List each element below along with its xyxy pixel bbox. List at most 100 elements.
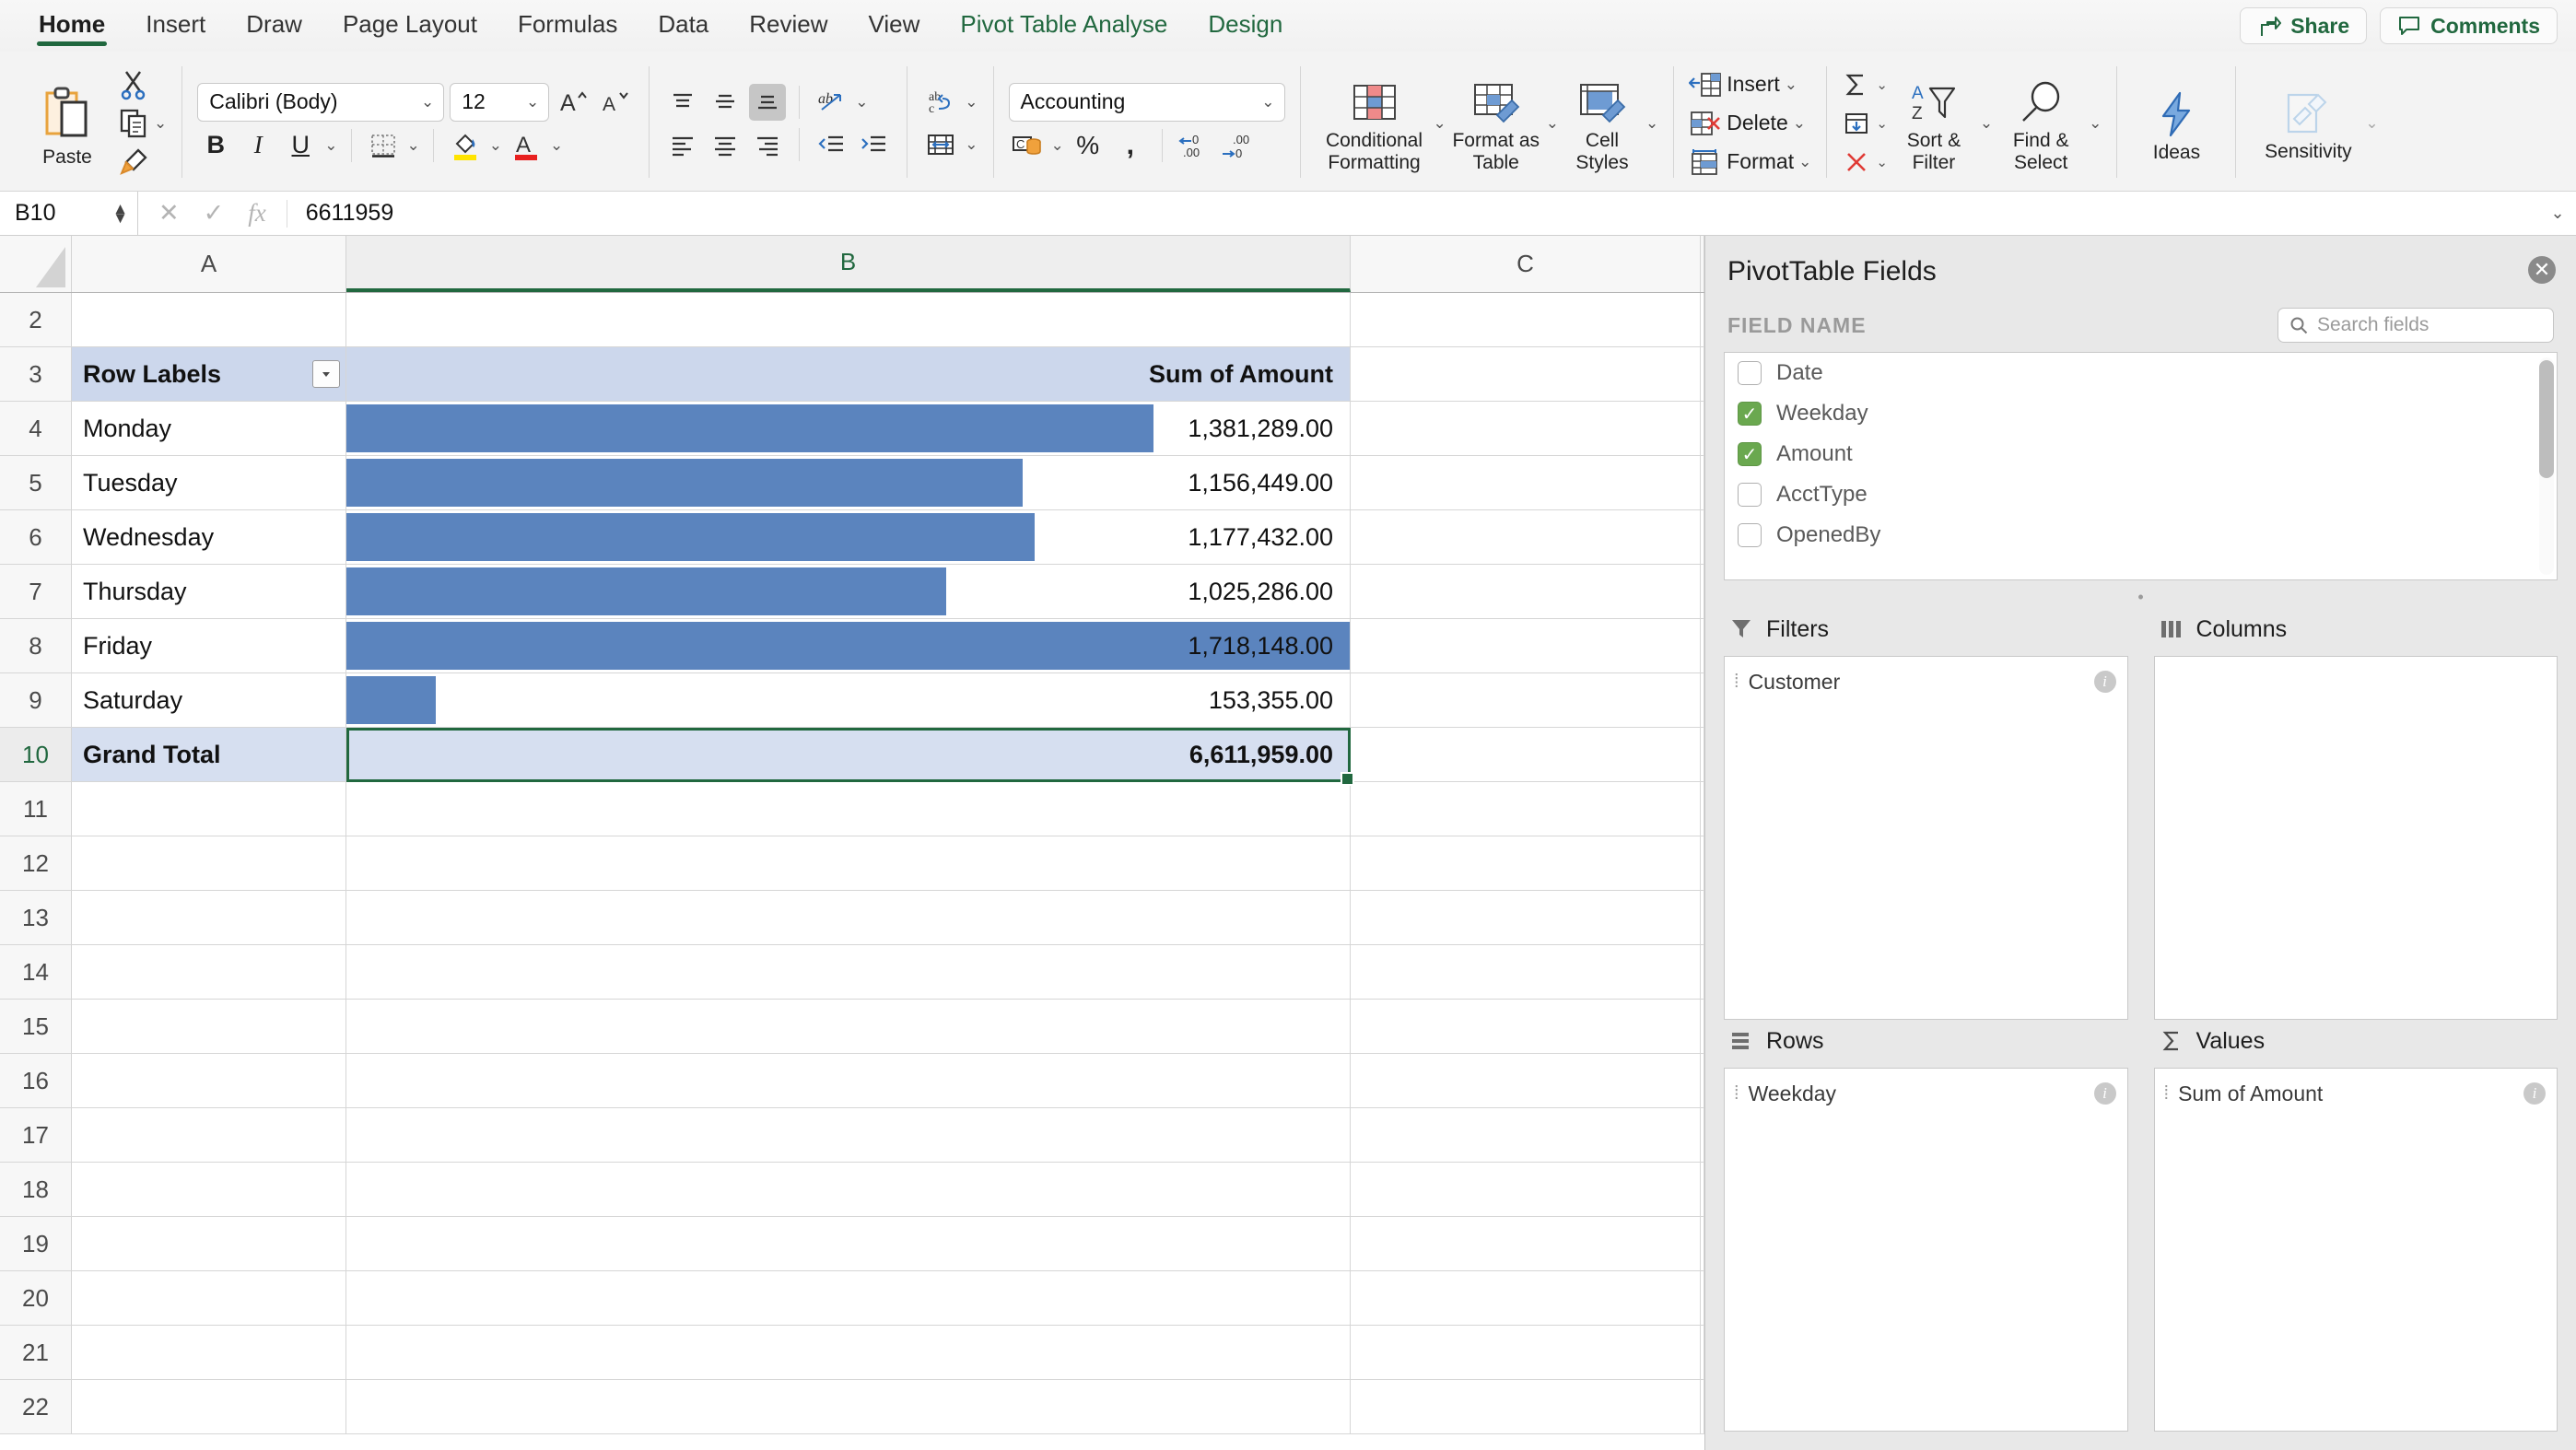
cell-a16[interactable] [72,1054,346,1107]
cell-b22[interactable] [346,1380,1351,1433]
cell-a4[interactable]: Monday [72,402,346,455]
orientation-button[interactable]: ab [813,84,849,121]
cell-b18[interactable] [346,1163,1351,1216]
align-left-button[interactable] [664,126,701,163]
fill-button[interactable]: ⌄ [1842,105,1888,142]
checkbox-icon[interactable]: ✓ [1738,402,1762,426]
cut-button[interactable] [118,66,149,103]
autosum-button[interactable]: ⌄ [1842,66,1888,103]
cell-b20[interactable] [346,1271,1351,1325]
tab-home[interactable]: Home [18,0,125,52]
cell-a18[interactable] [72,1163,346,1216]
tab-pivot-table-analyse[interactable]: Pivot Table Analyse [940,0,1188,52]
grid-row[interactable]: 20 [0,1271,1704,1326]
wrap-text-button[interactable]: ab c [922,84,959,121]
cell-a3[interactable]: Row Labels [72,347,346,401]
conditional-formatting-dropdown-caret[interactable]: ⌄ [1434,114,1446,133]
panel-resize-handle[interactable]: • [1705,580,2576,608]
grid-row[interactable]: 7 Thursday 1,025,286.00 [0,565,1704,619]
field-list[interactable]: Date ✓ Weekday ✓ Amount AcctType OpenedBy [1724,352,2558,580]
decrease-font-size-button[interactable]: A [597,84,634,121]
zone-values-dropbox[interactable]: ⁞ Sum of Amount i [2153,1068,2558,1432]
sensitivity-dropdown-caret[interactable]: ⌄ [2365,114,2378,133]
cell-styles-button[interactable]: Cell Styles [1559,73,1645,173]
format-cells-button[interactable]: Format ⌄ [1689,144,1811,181]
cell-c13[interactable] [1351,891,1701,944]
select-all-corner[interactable] [0,236,72,292]
ideas-button[interactable]: Ideas [2132,83,2220,164]
formula-input[interactable]: 6611959 [286,199,2539,228]
info-icon[interactable]: i [2093,1082,2116,1105]
grid-row[interactable]: 12 [0,836,1704,891]
grid-row[interactable]: 21 [0,1326,1704,1380]
cell-a13[interactable] [72,891,346,944]
formula-bar-expand-caret[interactable]: ⌄ [2539,204,2576,223]
grid-row[interactable]: 6 Wednesday 1,177,432.00 [0,510,1704,565]
fill-color-button[interactable] [447,127,484,164]
field-list-item[interactable]: ✓ Weekday [1725,393,2557,434]
cell-a21[interactable] [72,1326,346,1379]
cell-a2[interactable] [72,293,346,346]
cell-c4[interactable] [1351,402,1701,455]
merge-cells-dropdown-caret[interactable]: ⌄ [965,135,978,154]
cell-c8[interactable] [1351,619,1701,672]
sort-filter-button[interactable]: AZ Sort & Filter [1888,73,1980,173]
sensitivity-button[interactable]: Sensitivity [2251,84,2365,163]
grid-row[interactable]: 2 [0,293,1704,347]
orientation-dropdown-caret[interactable]: ⌄ [855,93,868,111]
underline-button[interactable]: U [282,127,319,164]
cancel-formula-icon[interactable]: ✕ [158,199,180,228]
grid-row[interactable]: 15 [0,1000,1704,1054]
worksheet[interactable]: A B C 2 3 Row Labels Sum of Amount 4 Monday 1,… [0,236,1704,1450]
font-color-dropdown-caret[interactable]: ⌄ [550,136,563,155]
checkbox-icon[interactable] [1738,361,1762,385]
zone-filters-dropbox[interactable]: ⁞ Customer i [1724,656,2128,1020]
clear-dropdown-caret[interactable]: ⌄ [1876,154,1888,170]
cell-c20[interactable] [1351,1271,1701,1325]
cell-a19[interactable] [72,1217,346,1270]
cell-a6[interactable]: Wednesday [72,510,346,564]
grid-row[interactable]: 10 Grand Total 6,611,959.00 [0,728,1704,782]
row-header-13[interactable]: 13 [0,891,72,944]
pivot-field-chip[interactable]: ⁞ Weekday i [1725,1078,2127,1109]
borders-dropdown-caret[interactable]: ⌄ [407,136,420,155]
cell-b2[interactable] [346,293,1351,346]
row-header-15[interactable]: 15 [0,1000,72,1053]
grid-row[interactable]: 5 Tuesday 1,156,449.00 [0,456,1704,510]
name-box[interactable]: B10 ▲ ▼ [0,191,138,236]
row-header-21[interactable]: 21 [0,1326,72,1379]
underline-dropdown-caret[interactable]: ⌄ [324,136,337,155]
cell-c10[interactable] [1351,728,1701,781]
grid-row[interactable]: 19 [0,1217,1704,1271]
conditional-formatting-button[interactable]: Conditional Formatting [1316,73,1434,173]
field-list-item[interactable]: OpenedBy [1725,515,2557,555]
cell-a10[interactable]: Grand Total [72,728,346,781]
tab-review[interactable]: Review [729,0,848,52]
tab-page-layout[interactable]: Page Layout [322,0,498,52]
increase-decimal-button[interactable]: 0.00 [1176,127,1212,164]
borders-button[interactable] [365,127,402,164]
field-list-item[interactable]: AcctType [1725,474,2557,515]
checkbox-icon[interactable]: ✓ [1738,442,1762,466]
row-header-11[interactable]: 11 [0,782,72,836]
row-header-4[interactable]: 4 [0,402,72,455]
comma-style-button[interactable]: , [1112,127,1149,164]
pivot-field-chip[interactable]: ⁞ Sum of Amount i [2155,1078,2558,1109]
bold-button[interactable]: B [197,127,234,164]
info-icon[interactable]: i [2093,671,2116,693]
cell-a15[interactable] [72,1000,346,1053]
cell-b5[interactable]: 1,156,449.00 [346,456,1351,509]
format-painter-button[interactable] [118,144,149,181]
row-header-10[interactable]: 10 [0,728,72,781]
cell-b19[interactable] [346,1217,1351,1270]
cell-a9[interactable]: Saturday [72,673,346,727]
row-labels-filter-button[interactable] [312,360,340,388]
field-list-item[interactable]: Date [1725,353,2557,393]
copy-dropdown-caret[interactable]: ⌄ [154,114,167,133]
align-center-button[interactable] [707,126,744,163]
cell-c11[interactable] [1351,782,1701,836]
row-header-9[interactable]: 9 [0,673,72,727]
align-middle-button[interactable] [707,84,744,121]
cell-b16[interactable] [346,1054,1351,1107]
decrease-decimal-button[interactable]: .00 0 [1218,127,1255,164]
